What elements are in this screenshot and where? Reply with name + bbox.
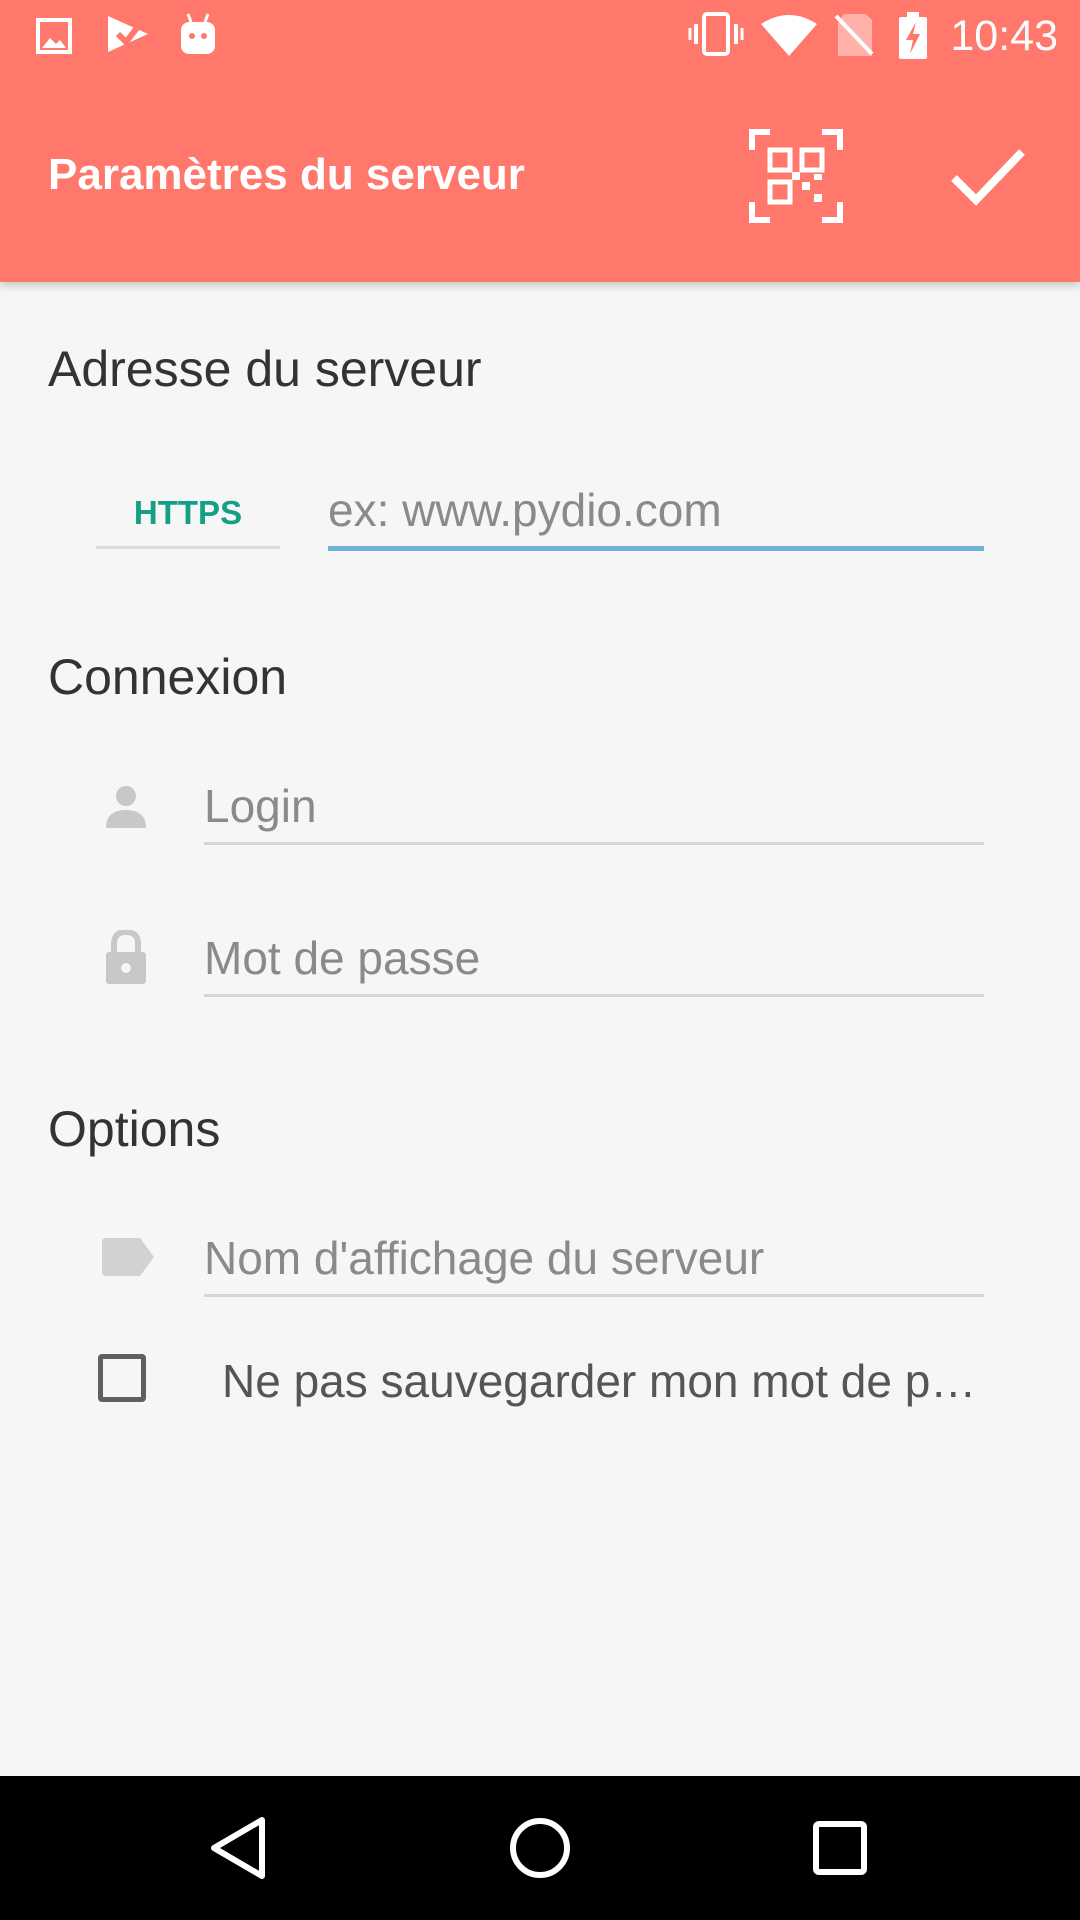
protocol-toggle[interactable]: HTTPS	[96, 480, 280, 549]
play-store-check-icon	[108, 16, 148, 52]
no-sim-icon	[834, 14, 874, 56]
login-field[interactable]	[204, 770, 984, 845]
lock-icon	[106, 930, 146, 984]
android-icon	[181, 13, 215, 54]
system-nav-bar	[0, 1776, 1080, 1920]
gallery-icon	[36, 18, 72, 54]
dont-save-password-label[interactable]: Ne pas sauvegarder mon mot de passe	[222, 1354, 982, 1408]
status-time: 10:43	[950, 12, 1058, 60]
save-button[interactable]	[948, 144, 1028, 208]
password-field[interactable]	[204, 922, 984, 997]
scan-qr-button[interactable]	[748, 128, 844, 224]
check-icon	[951, 149, 1025, 206]
server-address-input[interactable]	[328, 474, 984, 546]
status-bar: 10:43	[0, 0, 1080, 72]
display-name-field[interactable]	[204, 1222, 984, 1297]
recents-icon[interactable]	[804, 1812, 876, 1884]
dont-save-password-checkbox[interactable]	[98, 1354, 146, 1402]
page-title: Paramètres du serveur	[48, 150, 525, 199]
options-section-title: Options	[48, 1101, 221, 1157]
label-tag-icon	[102, 1238, 154, 1276]
back-icon[interactable]	[204, 1812, 276, 1884]
app-header: 10:43 Paramètres du serveur	[0, 0, 1080, 282]
wifi-icon	[761, 15, 817, 56]
qr-code-icon	[749, 129, 843, 223]
battery-charging-icon	[899, 12, 927, 59]
home-icon[interactable]	[504, 1812, 576, 1884]
vibrate-icon	[688, 12, 744, 56]
server-section-title: Adresse du serveur	[48, 341, 482, 397]
display-name-input[interactable]	[204, 1222, 984, 1294]
login-input[interactable]	[204, 770, 984, 842]
server-address-field[interactable]	[328, 474, 984, 551]
password-input[interactable]	[204, 922, 984, 994]
person-icon	[106, 786, 146, 828]
connection-section-title: Connexion	[48, 649, 288, 705]
